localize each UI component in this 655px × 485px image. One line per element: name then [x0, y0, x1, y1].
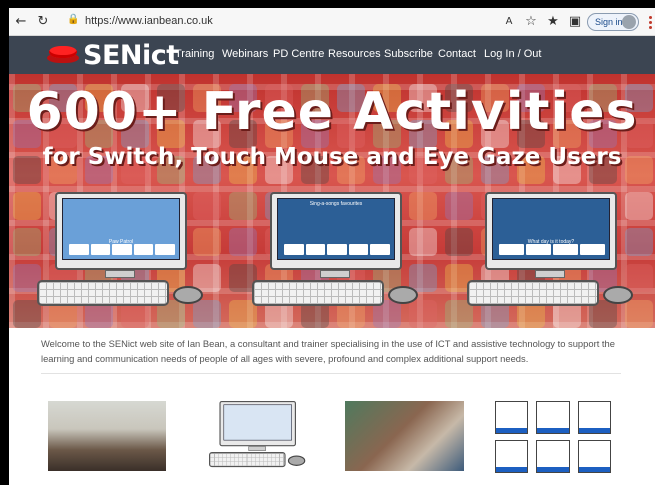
- read-aloud-icon[interactable]: A: [501, 14, 517, 30]
- collections-icon[interactable]: ▣: [567, 14, 583, 30]
- lock-icon: 🔒: [67, 14, 80, 25]
- monitor: Sing-a-songs favourites: [270, 192, 402, 270]
- back-icon[interactable]: ←: [13, 14, 29, 30]
- computer-illustration: Sing-a-songs favourites: [252, 192, 432, 320]
- site-logo[interactable]: SENict: [83, 40, 179, 71]
- divider: [41, 373, 621, 374]
- hero-title: 600+ Free Activities: [26, 82, 638, 142]
- tv-symbol-icon: [577, 401, 611, 434]
- computer-illustration: Paw Patrol: [37, 192, 217, 320]
- menu-dots-icon[interactable]: [645, 14, 655, 30]
- computer-illustration: What day is it today?: [467, 192, 647, 320]
- nav-subscribe[interactable]: Subscribe: [384, 48, 433, 60]
- refresh-icon[interactable]: ↻: [35, 14, 51, 30]
- add-favorite-icon[interactable]: ☆: [523, 14, 539, 30]
- music-symbol-icon: [536, 401, 570, 434]
- site-navbar: SENict Training Webinars PD Centre Resou…: [9, 36, 655, 74]
- computer-thumbnail[interactable]: [209, 401, 313, 475]
- nav-log-in-out[interactable]: Log In / Out: [484, 48, 541, 60]
- monitor: Paw Patrol: [55, 192, 187, 270]
- mouse-icon: [388, 286, 418, 304]
- keyboard-icon: [209, 452, 286, 468]
- address-bar[interactable]: 🔒 https://www.ianbean.co.uk: [61, 13, 431, 31]
- keyboard-icon: [37, 280, 169, 306]
- nav-webinars[interactable]: Webinars: [222, 48, 268, 60]
- training-photo[interactable]: [48, 401, 166, 471]
- mouse-icon: [603, 286, 633, 304]
- screen-caption: Sing-a-songs favourites: [309, 201, 363, 207]
- url-text: https://www.ianbean.co.uk: [85, 15, 213, 27]
- sign-in-button[interactable]: Sign in: [587, 13, 639, 31]
- classroom-photo[interactable]: [345, 401, 464, 471]
- nav-contact[interactable]: Contact: [438, 48, 476, 60]
- nav-training[interactable]: Training: [175, 48, 214, 60]
- globe-symbol-icon: [536, 440, 570, 473]
- favorites-icon[interactable]: ★: [545, 14, 561, 30]
- hero-banner[interactable]: 600+ Free Activities for Switch, Touch M…: [9, 74, 655, 328]
- switch-button-logo-icon[interactable]: [47, 45, 79, 64]
- hero-subtitle: for Switch, Touch Mouse and Eye Gaze Use…: [42, 144, 622, 170]
- profile-avatar: [622, 15, 636, 29]
- smiley-symbol-icon: [577, 440, 611, 473]
- keyboard-icon: [467, 280, 599, 306]
- laptop-symbol-icon: [495, 401, 529, 434]
- keyboard-icon: [252, 280, 384, 306]
- nav-resources[interactable]: Resources: [328, 48, 381, 60]
- browser-toolbar: ← ↻ 🔒 https://www.ianbean.co.uk A ☆ ★ ▣ …: [9, 8, 655, 36]
- sign-in-label: Sign in: [595, 17, 623, 27]
- intro-text: Welcome to the SENict web site of Ian Be…: [41, 338, 615, 364]
- symbol-grid[interactable]: [495, 401, 611, 473]
- nav-pd-centre[interactable]: PD Centre: [273, 48, 324, 60]
- mouse-icon: [287, 455, 306, 466]
- school-symbol-icon: [495, 440, 529, 473]
- monitor: What day is it today?: [485, 192, 617, 270]
- mouse-icon: [173, 286, 203, 304]
- browser-window: ← ↻ 🔒 https://www.ianbean.co.uk A ☆ ★ ▣ …: [9, 8, 655, 485]
